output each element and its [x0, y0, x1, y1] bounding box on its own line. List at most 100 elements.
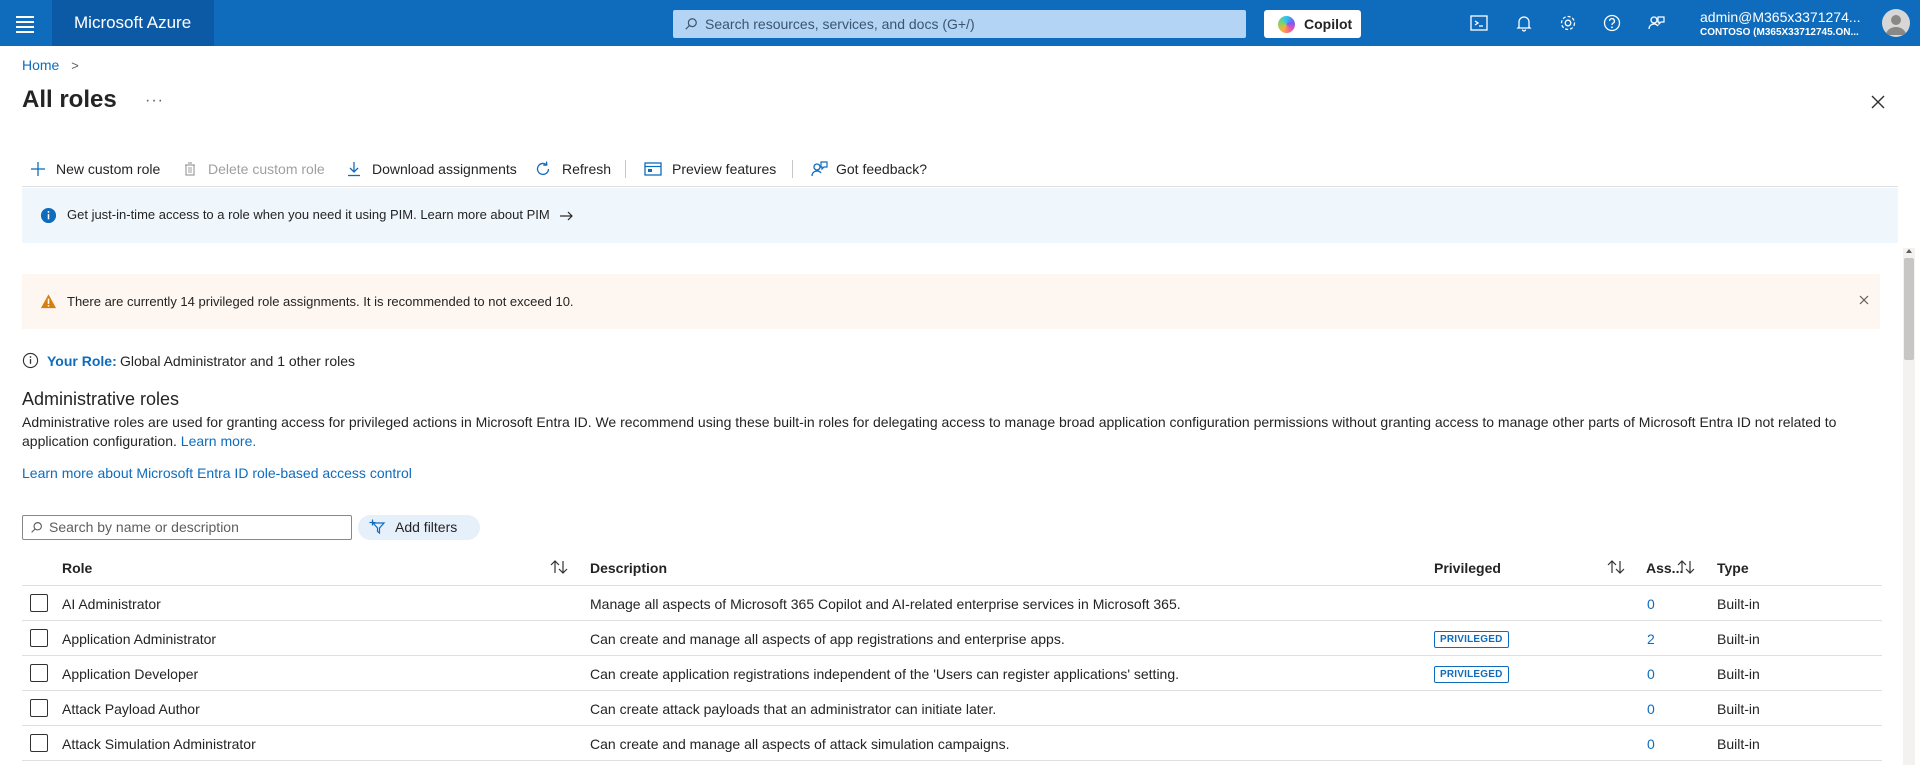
- command-bar: New custom role Delete custom role Downl…: [22, 156, 1898, 182]
- role-name[interactable]: Application Administrator: [62, 631, 216, 647]
- more-options-button[interactable]: ···: [145, 92, 164, 110]
- column-header-description[interactable]: Description: [590, 560, 667, 576]
- table-row[interactable]: Application Administrator Can create and…: [22, 621, 1882, 656]
- bell-icon[interactable]: [1514, 13, 1534, 33]
- table-row[interactable]: Application Developer Can create applica…: [22, 656, 1882, 691]
- got-feedback-button[interactable]: Got feedback?: [810, 156, 927, 182]
- preview-features-button[interactable]: Preview features: [644, 156, 776, 182]
- table-row[interactable]: AI Administrator Manage all aspects of M…: [22, 586, 1882, 621]
- pim-info-banner[interactable]: Get just-in-time access to a role when y…: [22, 188, 1898, 243]
- help-icon[interactable]: [1602, 13, 1622, 33]
- toolbar-divider: [792, 160, 793, 178]
- menu-icon[interactable]: [14, 13, 36, 33]
- download-assignments-button[interactable]: Download assignments: [346, 156, 517, 182]
- privileged-badge: PRIVILEGED: [1434, 631, 1509, 648]
- new-custom-role-button[interactable]: New custom role: [30, 156, 160, 182]
- sort-icon[interactable]: [1606, 559, 1626, 575]
- gear-icon[interactable]: [1558, 13, 1578, 33]
- got-feedback-label: Got feedback?: [836, 161, 928, 177]
- refresh-icon: [536, 161, 550, 176]
- sort-icon[interactable]: [1676, 559, 1696, 575]
- role-type: Built-in: [1717, 736, 1760, 752]
- cloud-shell-icon[interactable]: [1469, 13, 1489, 33]
- row-checkbox[interactable]: [30, 699, 48, 717]
- learn-more-link[interactable]: Learn more.: [181, 433, 256, 449]
- row-checkbox[interactable]: [30, 629, 48, 647]
- global-search-input[interactable]: Search resources, services, and docs (G+…: [673, 10, 1246, 38]
- trash-icon: [185, 162, 195, 176]
- role-type: Built-in: [1717, 701, 1760, 717]
- top-bar: Microsoft Azure Search resources, servic…: [0, 0, 1920, 46]
- global-search-placeholder: Search resources, services, and docs (G+…: [705, 16, 975, 32]
- preview-features-label: Preview features: [672, 161, 777, 177]
- avatar[interactable]: [1882, 9, 1910, 37]
- section-description-text: Administrative roles are used for granti…: [22, 414, 1837, 449]
- row-checkbox[interactable]: [30, 734, 48, 752]
- dismiss-icon[interactable]: [1858, 294, 1870, 306]
- assignment-count-link[interactable]: 0: [1647, 736, 1655, 752]
- download-icon: [348, 162, 360, 177]
- refresh-button[interactable]: Refresh: [534, 156, 611, 182]
- user-icon: [1886, 15, 1906, 35]
- delete-custom-role-button[interactable]: Delete custom role: [182, 156, 325, 182]
- role-type: Built-in: [1717, 666, 1760, 682]
- role-search-placeholder: Search by name or description: [49, 519, 239, 535]
- role-description: Can create and manage all aspects of app…: [590, 631, 1065, 647]
- assignment-count-link[interactable]: 0: [1647, 701, 1655, 717]
- copilot-label: Copilot: [1304, 16, 1353, 32]
- breadcrumb-home[interactable]: Home: [22, 57, 59, 73]
- search-icon: [685, 18, 697, 30]
- breadcrumb: Home >: [22, 57, 79, 73]
- copilot-icon: [1278, 16, 1295, 33]
- role-description: Can create attack payloads that an admin…: [590, 701, 997, 717]
- assignment-count-link[interactable]: 0: [1647, 596, 1655, 612]
- role-name[interactable]: Attack Payload Author: [62, 701, 200, 717]
- role-name[interactable]: Attack Simulation Administrator: [62, 736, 256, 752]
- info-outline-icon: [22, 352, 39, 369]
- account-menu[interactable]: admin@M365x3371274... CONTOSO (M365X3371…: [1700, 8, 1876, 40]
- section-title: Administrative roles: [22, 389, 180, 409]
- refresh-label: Refresh: [562, 161, 612, 177]
- filter-add-icon: [369, 519, 386, 535]
- table-header: Role Description Privileged Ass... Type: [22, 553, 1882, 586]
- toolbar-divider: [22, 186, 1898, 187]
- role-description: Can create application registrations ind…: [590, 666, 1180, 682]
- plus-icon: [31, 162, 45, 176]
- role-name[interactable]: Application Developer: [62, 666, 198, 682]
- new-custom-role-label: New custom role: [56, 161, 161, 177]
- feedback-icon[interactable]: [1646, 13, 1666, 33]
- warning-text: There are currently 14 privileged role a…: [67, 294, 574, 309]
- column-header-role[interactable]: Role: [62, 560, 92, 576]
- feedback-icon: [811, 161, 828, 177]
- table-row[interactable]: Attack Simulation Administrator Can crea…: [22, 726, 1882, 761]
- role-description: Can create and manage all aspects of att…: [590, 736, 1010, 752]
- privileged-warning-banner: There are currently 14 privileged role a…: [22, 274, 1880, 329]
- role-name[interactable]: AI Administrator: [62, 596, 161, 612]
- assignment-count-link[interactable]: 0: [1647, 666, 1655, 682]
- column-header-privileged[interactable]: Privileged: [1434, 560, 1501, 576]
- assignment-count-link[interactable]: 2: [1647, 631, 1655, 647]
- your-role-label: Your Role:: [47, 353, 117, 369]
- row-checkbox[interactable]: [30, 664, 48, 682]
- scroll-up-icon[interactable]: [1906, 249, 1912, 253]
- table-row[interactable]: Attack Payload Author Can create attack …: [22, 691, 1882, 726]
- column-header-type[interactable]: Type: [1717, 560, 1749, 576]
- add-filters-button[interactable]: Add filters: [358, 515, 480, 540]
- brand-link[interactable]: Microsoft Azure: [52, 0, 214, 46]
- vertical-scrollbar[interactable]: [1903, 248, 1915, 765]
- row-checkbox[interactable]: [30, 594, 48, 612]
- scrollbar-thumb[interactable]: [1904, 258, 1914, 360]
- sort-icon[interactable]: [549, 559, 569, 575]
- add-filters-label: Add filters: [395, 519, 458, 535]
- rbac-learn-more-link[interactable]: Learn more about Microsoft Entra ID role…: [22, 465, 412, 481]
- role-type: Built-in: [1717, 596, 1760, 612]
- toolbar-divider: [625, 160, 626, 178]
- role-search-input[interactable]: Search by name or description: [22, 515, 352, 540]
- preview-features-icon: [644, 162, 662, 176]
- role-description: Manage all aspects of Microsoft 365 Copi…: [590, 596, 1181, 612]
- copilot-button[interactable]: Copilot: [1264, 10, 1361, 38]
- your-role-value: Global Administrator and 1 other roles: [120, 353, 356, 369]
- delete-custom-role-label: Delete custom role: [208, 161, 325, 177]
- page-title: All roles: [22, 86, 117, 113]
- close-icon[interactable]: [1870, 94, 1886, 110]
